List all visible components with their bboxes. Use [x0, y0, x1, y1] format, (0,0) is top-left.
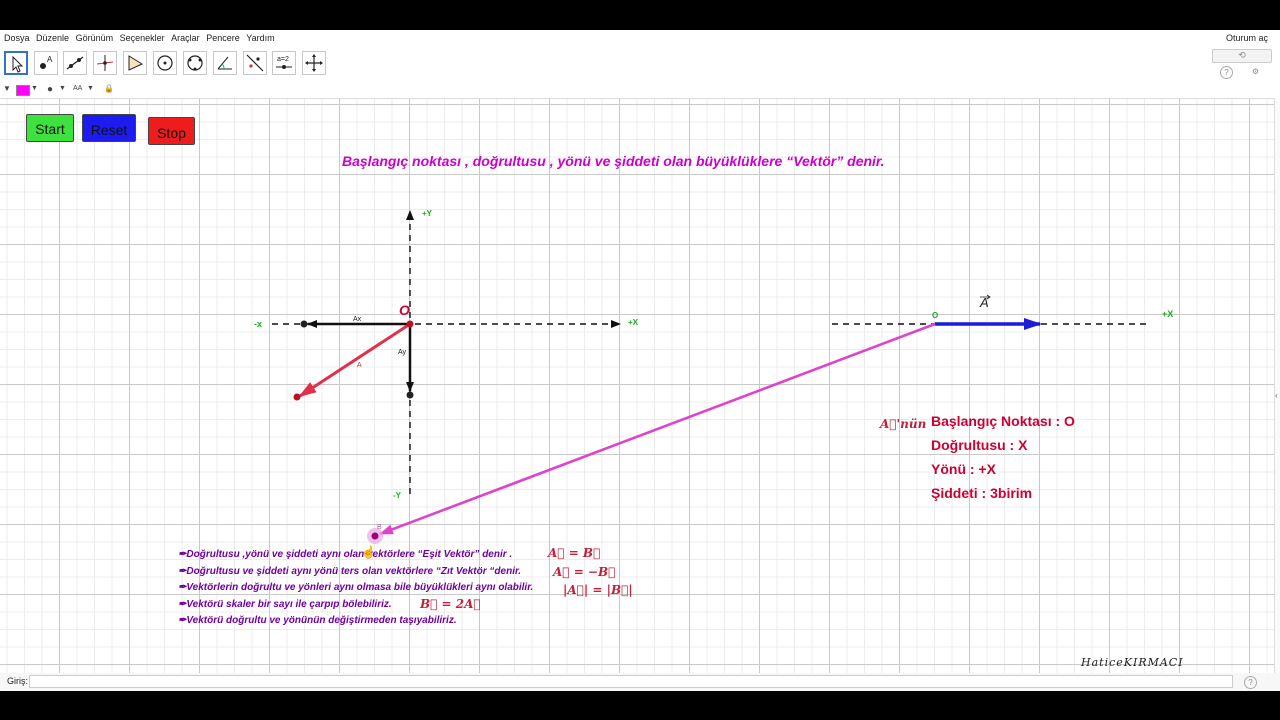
- a-label: A: [357, 362, 362, 369]
- chevron-down-icon: ▼: [31, 85, 38, 92]
- vector-a-endpoint[interactable]: [293, 393, 301, 401]
- menu-bar: Dosya Düzenle Görünüm Seçenekler Araçlar…: [0, 30, 1280, 46]
- chevron-left-icon: ‹: [1275, 391, 1278, 400]
- x-pos-right-label: +X: [1162, 309, 1173, 319]
- slider-icon: a=2: [276, 56, 292, 69]
- formula-equal-magnitude: |A⃗| = |B⃗|: [563, 583, 633, 597]
- info-sense: Yönü : +X: [931, 461, 996, 477]
- menu-secenekler[interactable]: Seçenekler: [120, 30, 165, 46]
- chevron-down-icon: ▼: [59, 85, 66, 92]
- origin-point[interactable]: [406, 320, 414, 328]
- input-field[interactable]: [29, 675, 1233, 688]
- angle-icon: [217, 56, 232, 70]
- point-icon: A: [40, 55, 53, 69]
- bullet-item: ✒Doğrultusu ve şiddeti aynı yönü ters ol…: [178, 565, 522, 577]
- gear-icon[interactable]: ⚙: [1250, 66, 1261, 77]
- chevron-down-icon: ▼: [87, 85, 94, 92]
- toolbar: A a=2 ⟲ ? ⚙: [0, 48, 1280, 82]
- formula-scalar-multiple: B⃗ = 2A⃗: [420, 597, 481, 611]
- b-label: B: [377, 524, 382, 531]
- undo-button[interactable]: ⟲: [1212, 49, 1272, 63]
- menu-yardim[interactable]: Yardım: [246, 30, 274, 46]
- conic-tool-button[interactable]: [183, 51, 207, 75]
- info-direction: Doğrultusu : X: [931, 437, 1028, 453]
- move-view-icon: [305, 54, 323, 72]
- menu-duzenle[interactable]: Düzenle: [36, 30, 69, 46]
- circle-three-points-icon: [187, 55, 203, 71]
- angle-tool-button[interactable]: [213, 51, 237, 75]
- origin-label: O: [399, 302, 410, 318]
- mouse-cursor-icon: ☝: [361, 545, 376, 559]
- input-bar: Giriş: ?: [0, 673, 1280, 691]
- point-b[interactable]: [371, 532, 379, 540]
- x-pos-label: +X: [628, 318, 639, 327]
- circle-icon: [157, 55, 173, 71]
- perpendicular-line-icon: [96, 55, 114, 71]
- author-signature: HaticeKIRMACI: [1081, 656, 1184, 669]
- menu-pencere[interactable]: Pencere: [206, 30, 240, 46]
- input-label: Giriş:: [7, 676, 28, 686]
- y-neg-label: -Y: [393, 491, 402, 500]
- menu-gorunum[interactable]: Görünüm: [76, 30, 114, 46]
- polygon-tool-button[interactable]: [123, 51, 147, 75]
- polygon-icon: [128, 55, 144, 71]
- undo-icon: ⟲: [1238, 50, 1246, 60]
- graphics-view[interactable]: Start Reset Stop Başlangıç noktası , doğ…: [0, 98, 1274, 674]
- reflect-tool-button[interactable]: [243, 51, 267, 75]
- info-magnitude: Şiddeti : 3birim: [931, 485, 1033, 501]
- color-swatch[interactable]: [16, 85, 30, 96]
- formula-equal-vector: A⃗ = B⃗: [548, 546, 601, 560]
- slider-label: a=2: [277, 56, 289, 63]
- point-tool-button[interactable]: A: [34, 51, 58, 75]
- login-link[interactable]: Oturum aç: [1226, 30, 1268, 46]
- info-prefix: A⃗'nün: [880, 417, 927, 431]
- x-neg-label: -x: [254, 319, 262, 329]
- vector-a[interactable]: [298, 322, 411, 398]
- point-style-icon[interactable]: ●: [47, 84, 53, 95]
- slider-tool-button[interactable]: a=2: [272, 51, 296, 75]
- circle-tool-button[interactable]: [153, 51, 177, 75]
- bullet-list: ✒Doğrultusu ,yönü ve şiddeti aynı olan v…: [178, 549, 533, 632]
- info-start-point: Başlangıç Noktası : O: [931, 413, 1075, 429]
- o-small-label: O: [932, 311, 938, 320]
- lock-icon[interactable]: 🔒: [104, 84, 114, 93]
- side-panel-handle[interactable]: ‹: [1274, 98, 1280, 673]
- ay-endpoint[interactable]: [406, 391, 414, 399]
- y-pos-label: +Y: [422, 209, 433, 218]
- menu-araclar[interactable]: Araçlar: [171, 30, 200, 46]
- move-view-tool-button[interactable]: [302, 51, 326, 75]
- reflect-line-icon: [246, 54, 264, 72]
- move-tool-button[interactable]: [4, 51, 28, 75]
- geogebra-window: Dosya Düzenle Görünüm Seçenekler Araçlar…: [0, 30, 1280, 691]
- ay-label: Ay: [398, 349, 407, 356]
- menu-dosya[interactable]: Dosya: [4, 30, 30, 46]
- ax-endpoint[interactable]: [300, 320, 308, 328]
- cursor-arrow-icon: [12, 55, 24, 73]
- bullet-item: ✒Vektörü doğrultu ve yönünün değiştirmed…: [178, 615, 457, 626]
- svg-text:A: A: [47, 55, 53, 64]
- help-icon[interactable]: ?: [1220, 66, 1233, 79]
- line-icon: [66, 56, 84, 70]
- style-bar-toggle-icon[interactable]: ▼: [3, 84, 11, 93]
- input-help-icon[interactable]: ?: [1244, 676, 1257, 689]
- bullet-item: ✒Doğrultusu ,yönü ve şiddeti aynı olan v…: [178, 549, 513, 560]
- formula-opposite-vector: A⃗ = −B⃗: [553, 565, 616, 579]
- label-style-icon[interactable]: AA: [73, 85, 82, 92]
- style-bar: ▼ ▼ ● ▼ AA ▼ 🔒: [0, 82, 1280, 98]
- perpendicular-tool-button[interactable]: [93, 51, 117, 75]
- vector-b-trace[interactable]: [379, 322, 936, 536]
- line-tool-button[interactable]: [63, 51, 87, 75]
- ax-label: Ax: [353, 316, 362, 323]
